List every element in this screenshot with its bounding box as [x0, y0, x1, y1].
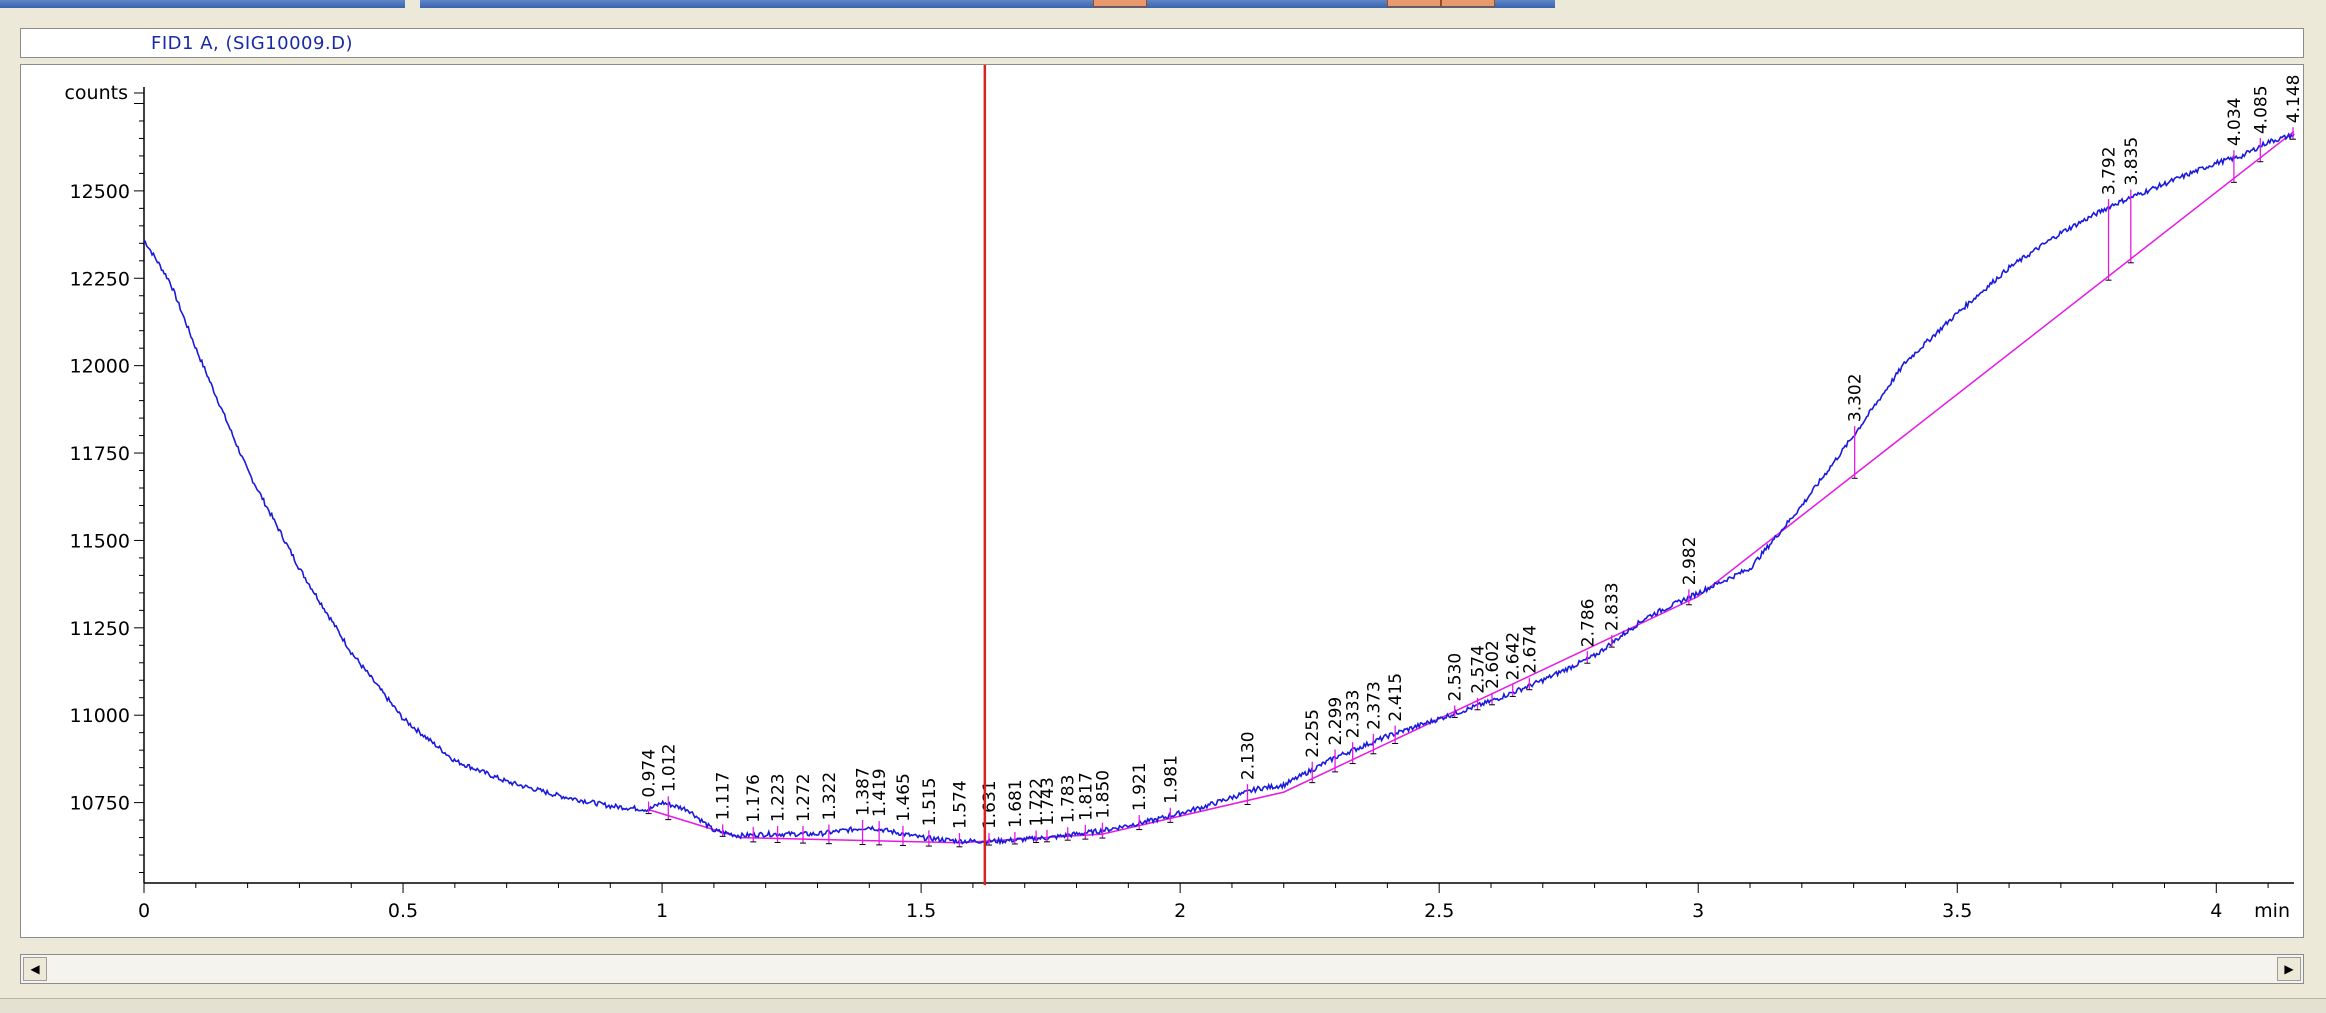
window-top-strip: [0, 0, 2326, 10]
peak-label: 1.631: [980, 780, 1000, 829]
horizontal-scrollbar[interactable]: ◀ ▶: [20, 954, 2304, 984]
peak-label: 2.373: [1364, 681, 1384, 730]
y-tick-label: 11000: [70, 705, 130, 727]
x-tick-label: 2: [1174, 900, 1186, 922]
toolbar-strip-left: [0, 0, 405, 8]
peak-label: 2.530: [1446, 653, 1466, 702]
peak-label: 2.415: [1386, 673, 1406, 722]
scroll-left-button[interactable]: ◀: [23, 957, 47, 981]
y-tick-label: 12000: [70, 356, 130, 378]
peak-label: 0.974: [640, 749, 660, 798]
x-tick-label: 0.5: [388, 900, 418, 922]
peak-label: 1.223: [769, 773, 789, 822]
peak-label: 1.574: [950, 780, 970, 829]
status-line: [0, 998, 2326, 1013]
toolbar-button-c[interactable]: [1441, 0, 1495, 7]
peak-label: 2.130: [1238, 731, 1258, 780]
y-tick-label: 10750: [70, 793, 130, 815]
peak-label: 2.255: [1303, 709, 1323, 758]
x-tick-label: 1.5: [906, 900, 936, 922]
peak-label: 1.515: [920, 778, 940, 827]
toolbar-strip-right: [420, 0, 1555, 8]
y-tick-label: 11500: [70, 530, 130, 552]
signal-trace: [143, 132, 2295, 846]
x-tick-label: 3: [1692, 900, 1704, 922]
y-tick-label: 12500: [70, 181, 130, 203]
signal-title-bar: FID1 A, (SIG10009.D): [20, 28, 2304, 58]
scroll-right-button[interactable]: ▶: [2277, 957, 2301, 981]
y-tick-label: 11750: [70, 443, 130, 465]
x-axis-label: min: [2254, 900, 2290, 922]
peak-label: 1.743: [1038, 777, 1058, 826]
x-tick-label: 0: [138, 900, 150, 922]
toolbar-button-b[interactable]: [1387, 0, 1441, 7]
peak-label: 2.982: [1680, 537, 1700, 586]
chromatogram-chart[interactable]: 10750 11000 11250 11500 11750 12000 12250 12500…: [21, 65, 2303, 937]
peak-label: 3.835: [2122, 137, 2142, 186]
y-tick-label: 11250: [70, 618, 130, 640]
peak-label: 1.012: [659, 744, 679, 793]
peak-label: 2.833: [1603, 582, 1623, 631]
peak-label: 3.302: [1846, 373, 1866, 422]
peak-label: 1.419: [870, 768, 890, 817]
x-tick-label: 4: [2210, 900, 2222, 922]
toolbar-button-a[interactable]: [1093, 0, 1147, 7]
peak-label: 2.786: [1578, 599, 1598, 648]
x-tick-label: 2.5: [1424, 900, 1454, 922]
y-tick-label: 12250: [70, 268, 130, 290]
peak-label: 3.792: [2100, 146, 2120, 195]
peak-label: 4.034: [2225, 97, 2245, 146]
arrow-left-icon: ◀: [30, 962, 40, 976]
x-tick-label: 3.5: [1942, 900, 1972, 922]
chromatogram-plot[interactable]: 10750 11000 11250 11500 11750 12000 12250 12500…: [20, 64, 2304, 938]
peak-label: 2.333: [1344, 690, 1364, 739]
peak-label: 1.981: [1161, 755, 1181, 804]
peak-label: 2.602: [1483, 640, 1503, 689]
peak-label: 2.674: [1520, 625, 1540, 674]
arrow-right-icon: ▶: [2284, 962, 2294, 976]
peak-label: 1.272: [794, 773, 814, 822]
y-axis-label: counts: [64, 82, 128, 104]
peak-label: 1.176: [744, 774, 764, 823]
chromatogram-panel: FID1 A, (SIG10009.D) 10750 11000 11250 1150…: [0, 10, 2326, 1000]
integration-baseline: [648, 130, 2295, 844]
peak-label: 1.850: [1093, 770, 1113, 819]
peak-label: 4.085: [2251, 85, 2271, 134]
peak-label: 4.148: [2284, 75, 2303, 124]
peak-label: 1.921: [1130, 762, 1150, 811]
signal-title: FID1 A, (SIG10009.D): [151, 33, 354, 54]
x-tick-label: 1: [656, 900, 668, 922]
peak-label: 1.465: [894, 773, 914, 822]
peak-label: 1.681: [1006, 779, 1026, 828]
peak-label: 1.117: [714, 772, 734, 821]
peak-label: 1.322: [820, 772, 840, 821]
